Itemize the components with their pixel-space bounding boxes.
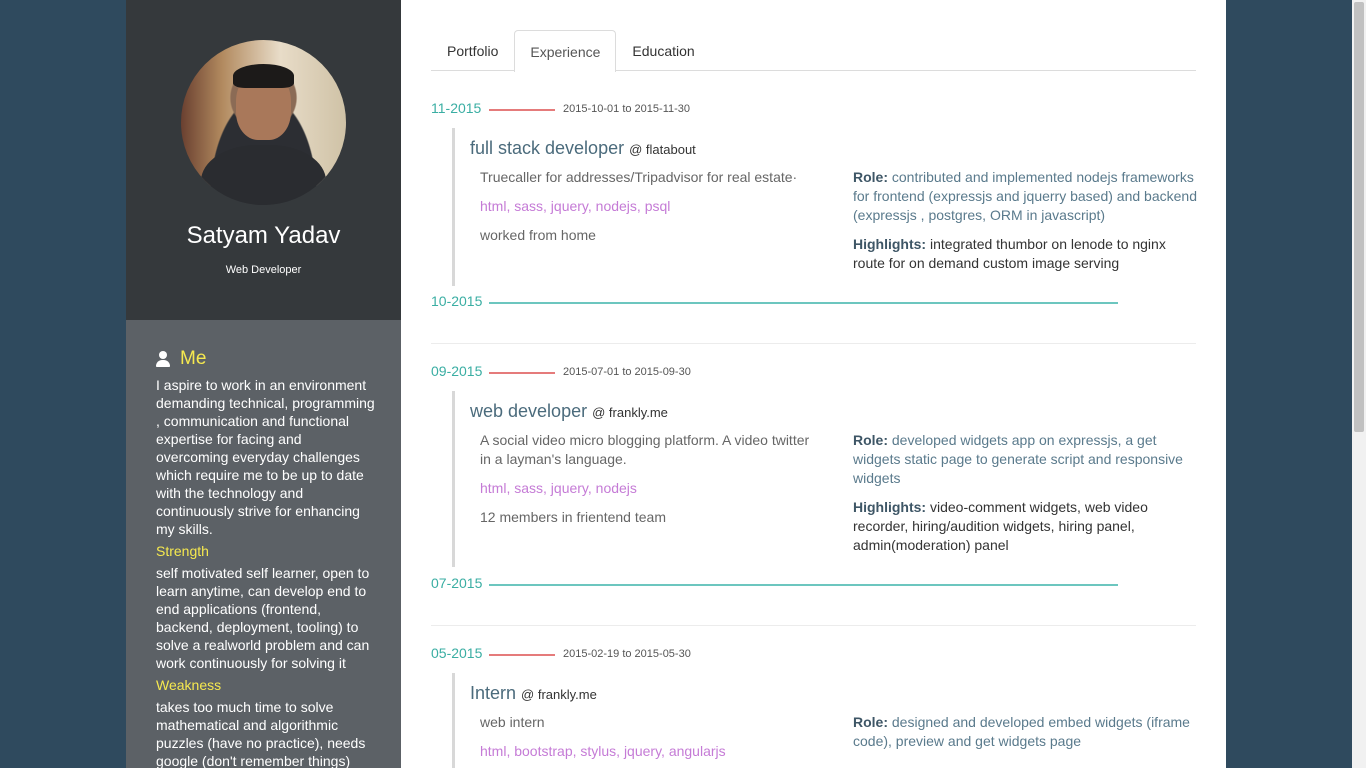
tab-portfolio[interactable]: Portfolio bbox=[431, 30, 514, 71]
timeline-end-line bbox=[489, 584, 1118, 586]
profile-card: Satyam Yadav Web Developer bbox=[126, 0, 401, 320]
about-section: Me I aspire to work in an environment de… bbox=[156, 348, 376, 768]
divider bbox=[431, 343, 1196, 344]
tab-education[interactable]: Education bbox=[616, 30, 710, 71]
job-title: Intern @ frankly.me bbox=[470, 683, 597, 703]
user-icon bbox=[156, 351, 170, 367]
job-details: A social video micro blogging platform. … bbox=[480, 431, 820, 527]
profile-role: Web Developer bbox=[225, 264, 302, 276]
job-title-text: web developer bbox=[470, 401, 588, 421]
profile-name: Satyam Yadav bbox=[186, 222, 341, 249]
sidebar: Satyam Yadav Web Developer Me I aspire t… bbox=[126, 0, 401, 768]
job-highlights: Highlights: video-comment widgets, web v… bbox=[853, 499, 1148, 553]
scrollbar[interactable] bbox=[1352, 0, 1366, 768]
start-date: 09-2015 bbox=[431, 363, 483, 379]
date-range: 2015-07-01 to 2015-09-30 bbox=[563, 366, 691, 378]
company-name: flatabout bbox=[645, 142, 696, 157]
timeline-bar bbox=[452, 128, 455, 286]
job-role: Role: designed and developed embed widge… bbox=[853, 714, 1190, 749]
main-content: Portfolio Experience Education 11-2015 2… bbox=[431, 0, 1198, 768]
me-title: Me bbox=[180, 348, 207, 369]
job-tags: html, sass, jquery, nodejs bbox=[480, 480, 637, 496]
divider bbox=[431, 625, 1196, 626]
job-description: Truecaller for addresses/Tripadvisor for… bbox=[480, 169, 798, 185]
job-highlights: Highlights: integrated thumbor on lenode… bbox=[853, 236, 1166, 271]
job-note: worked from home bbox=[480, 227, 596, 243]
job-note: 12 members in frientend team bbox=[480, 509, 666, 525]
me-text: I aspire to work in an environment deman… bbox=[156, 377, 375, 537]
weakness-title: Weakness bbox=[156, 677, 222, 693]
me-heading: Me bbox=[156, 348, 376, 369]
job-title-text: Intern bbox=[470, 683, 517, 703]
job-description: A social video micro blogging platform. … bbox=[480, 432, 810, 467]
job-role-block: Role: designed and developed embed widge… bbox=[853, 713, 1198, 751]
avatar bbox=[181, 40, 346, 205]
job-details: Truecaller for addresses/Tripadvisor for… bbox=[480, 168, 820, 245]
job-description: web intern bbox=[480, 714, 545, 730]
job-title: web developer @ frankly.me bbox=[470, 401, 668, 421]
end-date: 07-2015 bbox=[431, 575, 483, 591]
page-container: Satyam Yadav Web Developer Me I aspire t… bbox=[126, 0, 1226, 768]
timeline-marker bbox=[489, 654, 555, 656]
start-date: 05-2015 bbox=[431, 645, 483, 661]
weakness-text: takes too much time to solve mathematica… bbox=[156, 699, 366, 768]
tab-experience[interactable]: Experience bbox=[514, 30, 617, 72]
timeline-marker bbox=[489, 109, 555, 111]
timeline-bar bbox=[452, 391, 455, 567]
company-name: frankly.me bbox=[608, 405, 668, 420]
job-title: full stack developer @ flatabout bbox=[470, 138, 696, 158]
job-title-text: full stack developer bbox=[470, 138, 625, 158]
strength-title: Strength bbox=[156, 543, 209, 559]
date-range: 2015-02-19 to 2015-05-30 bbox=[563, 648, 691, 660]
timeline-bar bbox=[452, 673, 455, 768]
strength-text: self motivated self learner, open to lea… bbox=[156, 565, 370, 671]
job-role-block: Role: contributed and implemented nodejs… bbox=[853, 168, 1198, 273]
start-date: 11-2015 bbox=[431, 100, 482, 116]
date-range: 2015-10-01 to 2015-11-30 bbox=[563, 103, 691, 115]
job-details: web intern html, bootstrap, stylus, jque… bbox=[480, 713, 820, 761]
timeline-marker bbox=[489, 372, 555, 374]
end-date: 10-2015 bbox=[431, 293, 483, 309]
job-role: Role: contributed and implemented nodejs… bbox=[853, 169, 1197, 223]
scrollbar-thumb[interactable] bbox=[1354, 2, 1364, 432]
tab-bar: Portfolio Experience Education bbox=[431, 30, 1196, 72]
job-tags: html, sass, jquery, nodejs, psql bbox=[480, 198, 671, 214]
job-role-block: Role: developed widgets app on expressjs… bbox=[853, 431, 1198, 555]
company-name: frankly.me bbox=[537, 687, 597, 702]
job-tags: html, bootstrap, stylus, jquery, angular… bbox=[480, 743, 726, 759]
job-role: Role: developed widgets app on expressjs… bbox=[853, 432, 1183, 486]
timeline-end-line bbox=[489, 302, 1118, 304]
